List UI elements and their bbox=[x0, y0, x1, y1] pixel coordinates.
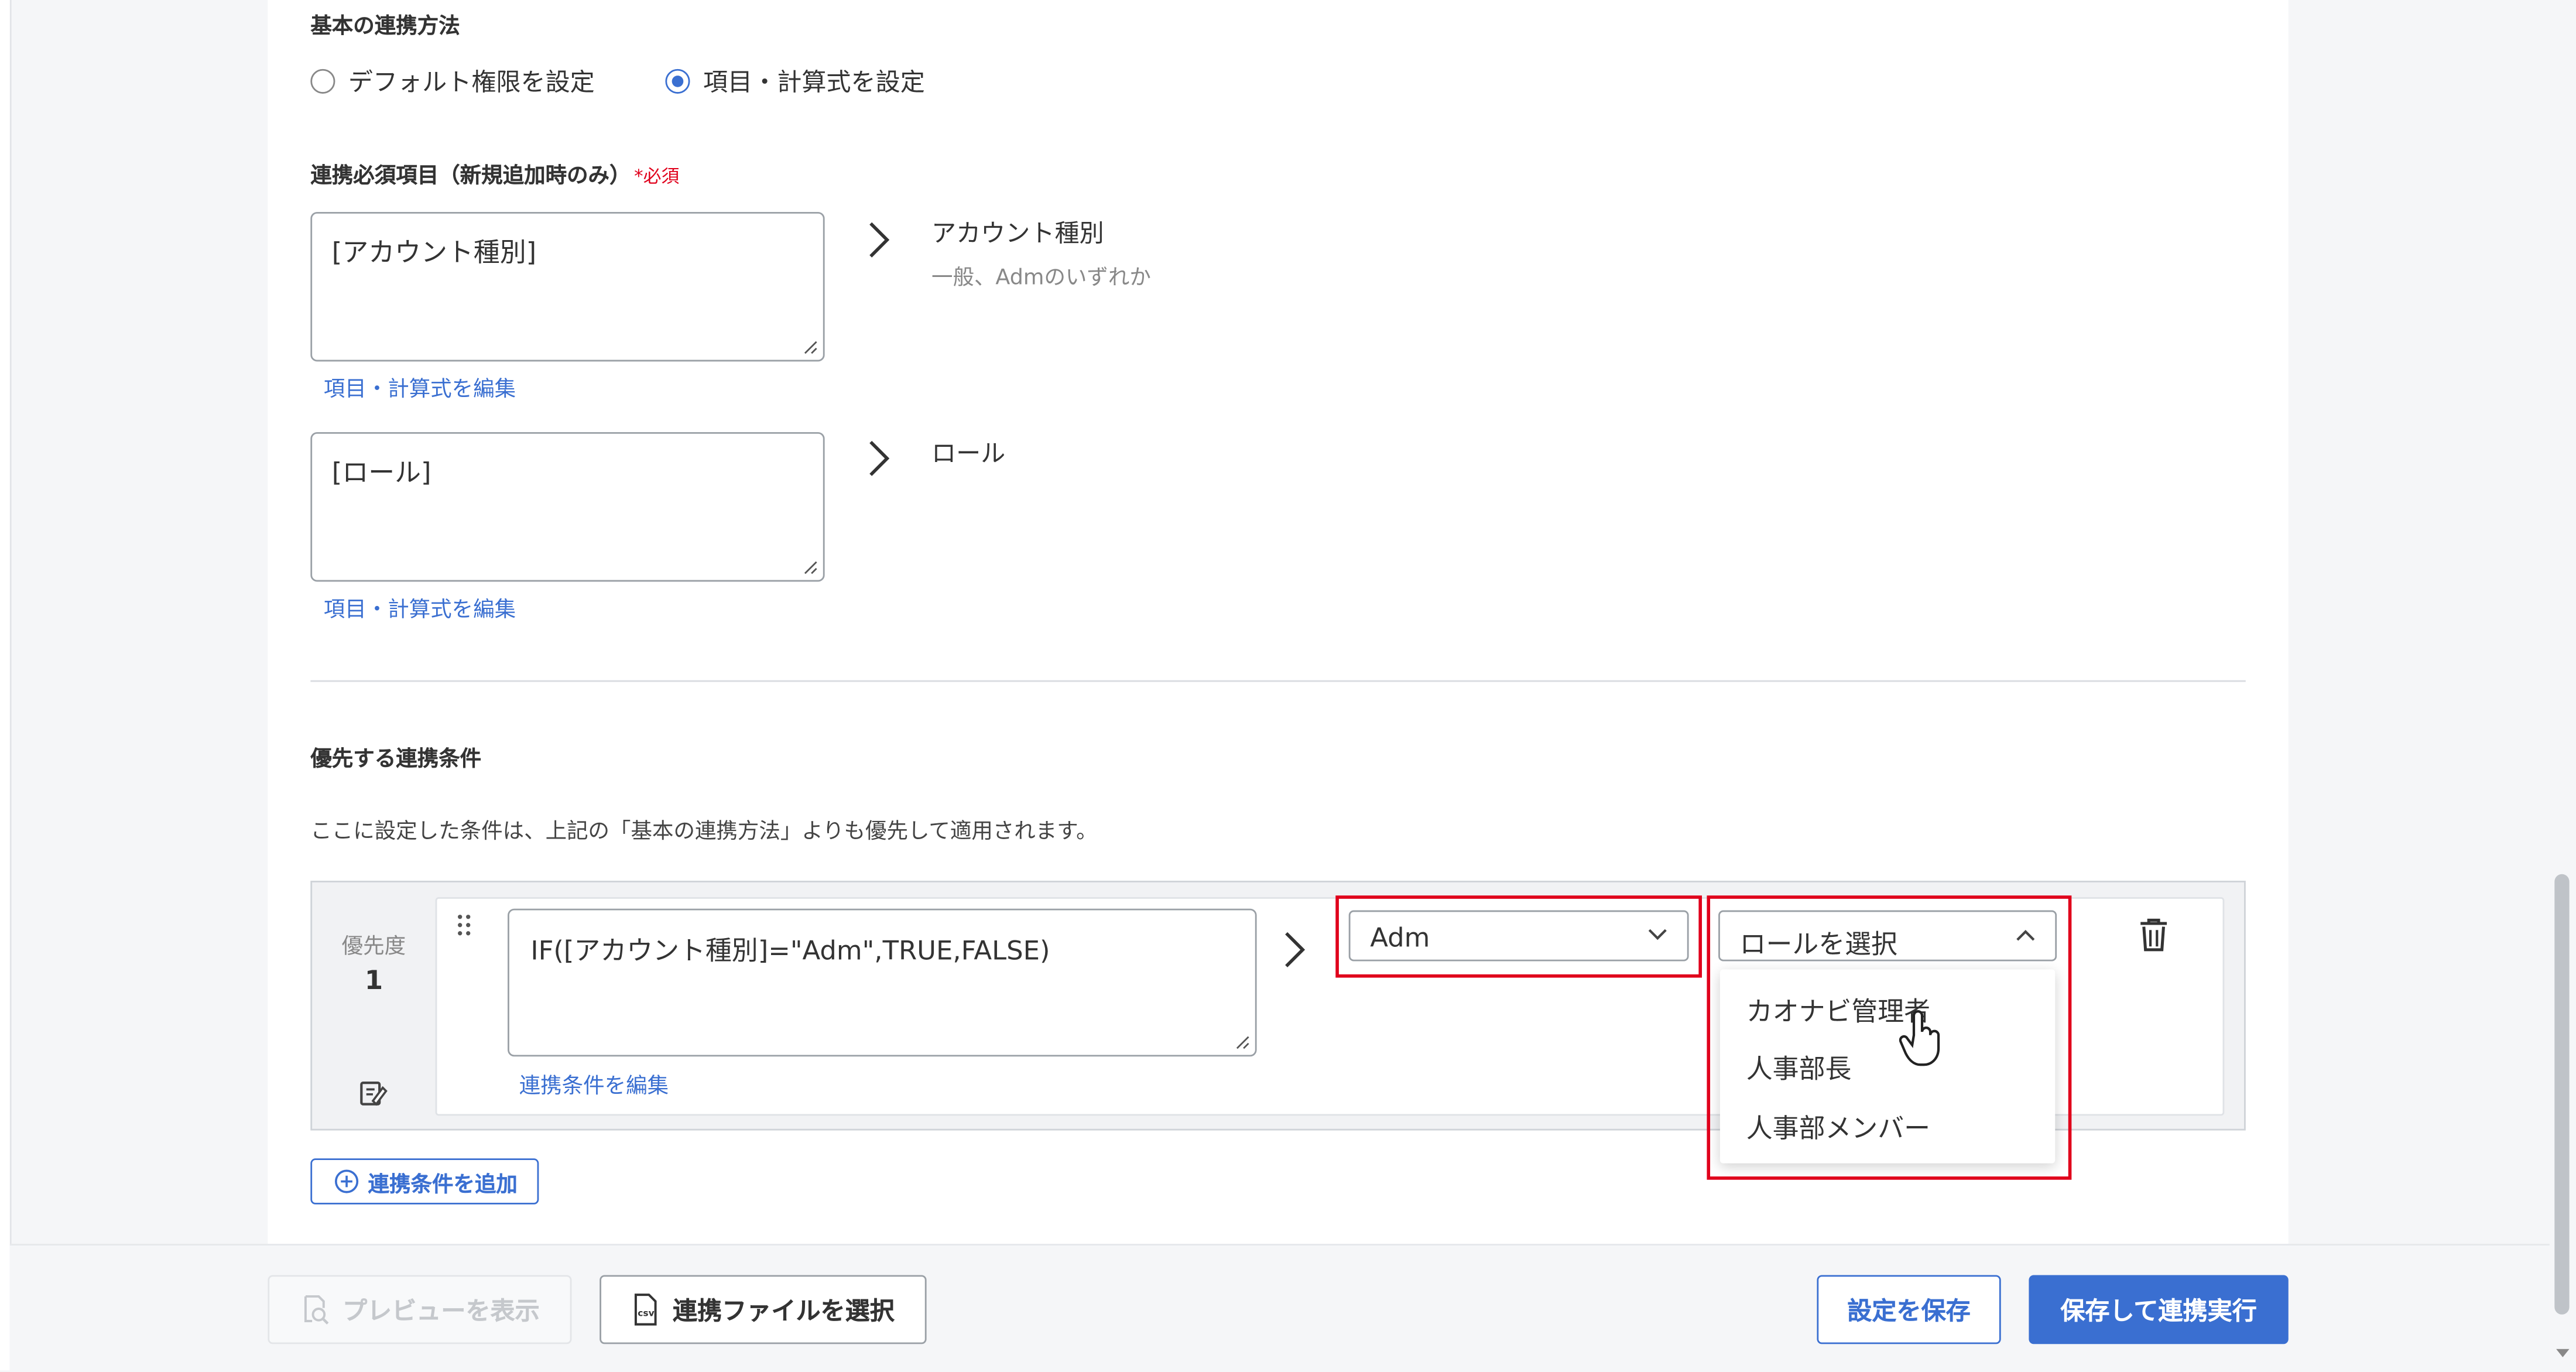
required-mark: *必須 bbox=[634, 166, 680, 187]
radio-formula-label: 項目・計算式を設定 bbox=[703, 67, 925, 97]
target-field-account-type-hint: 一般、Admのいずれか bbox=[931, 266, 1151, 291]
basic-method-title: 基本の連携方法 bbox=[310, 15, 460, 40]
add-condition-label: 連携条件を追加 bbox=[368, 1172, 518, 1197]
left-gutter bbox=[0, 0, 12, 1371]
radio-on-icon[interactable] bbox=[665, 69, 690, 94]
condition-formula-value: IF([アカウント種別]="Adm",TRUE,FALSE) bbox=[530, 935, 1050, 966]
add-condition-button[interactable]: 連携条件を追加 bbox=[310, 1158, 539, 1205]
priority-label: 優先度 bbox=[341, 935, 406, 960]
required-fields-title: 連携必須項目（新規追加時のみ） *必須 bbox=[310, 158, 679, 189]
select-file-button[interactable]: csv 連携ファイルを選択 bbox=[600, 1275, 927, 1344]
save-settings-button[interactable]: 設定を保存 bbox=[1817, 1275, 2001, 1344]
priority-value: 1 bbox=[364, 964, 383, 996]
svg-text:csv: csv bbox=[639, 1308, 655, 1319]
resize-handle-icon[interactable] bbox=[803, 340, 818, 355]
scrollbar-thumb[interactable] bbox=[2554, 874, 2570, 1315]
account-type-formula-input[interactable]: [アカウント種別] bbox=[310, 211, 825, 362]
section-divider bbox=[310, 680, 2246, 682]
arrow-right-icon bbox=[869, 440, 890, 476]
priority-conditions-description: ここに設定した条件は、上記の「基本の連携方法」よりも優先して適用されます。 bbox=[310, 820, 1098, 845]
preview-button-label: プレビューを表示 bbox=[342, 1295, 540, 1326]
csv-file-icon: csv bbox=[635, 1294, 657, 1326]
trash-icon[interactable] bbox=[2137, 917, 2170, 953]
radio-default-permission[interactable]: デフォルト権限を設定 bbox=[310, 64, 595, 98]
edit-condition-link[interactable]: 連携条件を編集 bbox=[519, 1068, 669, 1099]
edit-formula-link-account-type[interactable]: 項目・計算式を編集 bbox=[324, 371, 516, 402]
radio-default-label: デフォルト権限を設定 bbox=[348, 67, 595, 97]
target-field-role: ロール bbox=[931, 439, 1006, 468]
edit-note-icon[interactable] bbox=[358, 1078, 388, 1108]
save-and-run-button[interactable]: 保存して連携実行 bbox=[2029, 1275, 2289, 1344]
drag-handle-icon[interactable] bbox=[457, 913, 473, 936]
account-type-formula-value: [アカウント種別] bbox=[331, 237, 537, 268]
highlight-role-select bbox=[1707, 895, 2072, 1180]
radio-off-icon[interactable] bbox=[310, 69, 335, 94]
hand-cursor-icon bbox=[1899, 1010, 1940, 1066]
preview-button[interactable]: プレビューを表示 bbox=[268, 1275, 572, 1344]
radio-formula[interactable]: 項目・計算式を設定 bbox=[665, 64, 925, 98]
target-field-account-type: アカウント種別 bbox=[931, 218, 1104, 248]
role-formula-input[interactable]: [ロール] bbox=[310, 432, 825, 582]
arrow-right-icon bbox=[1285, 932, 1306, 967]
edit-formula-link-role[interactable]: 項目・計算式を編集 bbox=[324, 591, 516, 622]
resize-handle-icon[interactable] bbox=[1235, 1035, 1250, 1050]
scroll-down-icon[interactable] bbox=[2554, 1347, 2571, 1360]
select-file-label: 連携ファイルを選択 bbox=[673, 1295, 895, 1326]
priority-conditions-title: 優先する連携条件 bbox=[310, 747, 482, 772]
preview-search-icon bbox=[305, 1295, 330, 1325]
arrow-right-icon bbox=[869, 222, 890, 258]
plus-circle-icon bbox=[335, 1169, 359, 1193]
required-fields-title-text: 連携必須項目（新規追加時のみ） bbox=[310, 164, 631, 189]
highlight-account-select bbox=[1335, 895, 1703, 978]
condition-formula-input[interactable]: IF([アカウント種別]="Adm",TRUE,FALSE) bbox=[508, 908, 1257, 1057]
resize-handle-icon[interactable] bbox=[803, 560, 818, 575]
page: 基本の連携方法 デフォルト権限を設定 項目・計算式を設定 連携必須項目（新規追加… bbox=[0, 0, 2576, 1372]
role-formula-value: [ロール] bbox=[331, 457, 431, 488]
